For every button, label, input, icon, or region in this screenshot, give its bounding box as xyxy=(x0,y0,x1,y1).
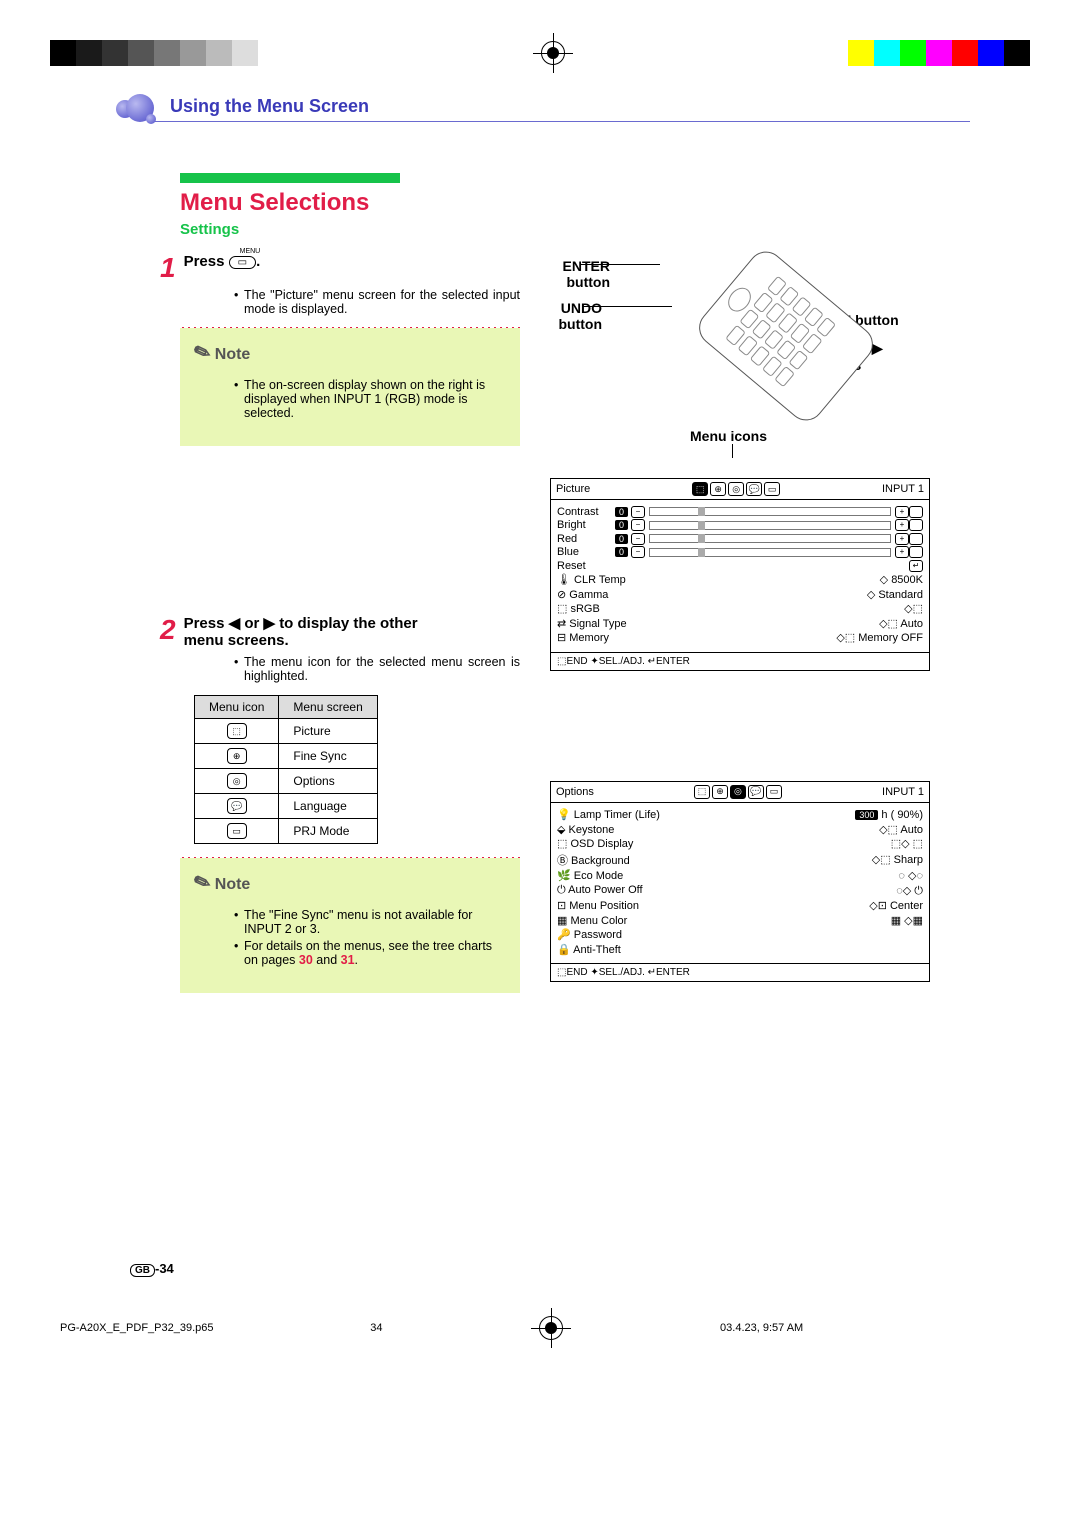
page-ref-30: 30 xyxy=(299,953,313,967)
note1-item: The on-screen display shown on the right… xyxy=(234,378,506,420)
step-number-1: 1 xyxy=(160,254,176,282)
step2-line1: Press ◀ or ▶ to display the other xyxy=(184,615,418,632)
table-row: ▭PRJ Mode xyxy=(195,819,378,844)
step-2-heading: 2 Press ◀ or ▶ to display the other menu… xyxy=(160,616,520,649)
table-row: ⊕Fine Sync xyxy=(195,744,378,769)
registration-mark-icon xyxy=(541,41,565,65)
gb-badge: GB xyxy=(130,1264,155,1277)
section-title: Menu Selections xyxy=(180,189,970,217)
osd-picture-title: Picture xyxy=(556,483,590,495)
chapter-rule xyxy=(150,121,970,123)
label-undo: UNDObutton xyxy=(522,300,602,332)
step2-item: The menu icon for the selected menu scre… xyxy=(234,655,520,683)
chapter-title: Using the Menu Screen xyxy=(110,96,970,117)
grayscale-strip xyxy=(50,40,284,66)
table-row: 💬Language xyxy=(195,794,378,819)
registration-mark-icon xyxy=(539,1316,563,1340)
label-enter: ENTERbutton xyxy=(510,258,610,290)
step1-body: The "Picture" menu screen for the select… xyxy=(194,288,520,316)
left-column: 1 Press MENU ▭ . The "Picture" menu scre… xyxy=(160,254,520,993)
footer-page: 34 xyxy=(370,1322,382,1334)
note2-item2: For details on the menus, see the tree c… xyxy=(234,939,506,967)
section-bar xyxy=(180,173,400,183)
table-header-screen: Menu screen xyxy=(279,696,377,719)
step2-body: The menu icon for the selected menu scre… xyxy=(194,655,520,683)
footer-file: PG-A20X_E_PDF_P32_39.p65 xyxy=(60,1322,214,1334)
remote-diagram: ENTERbutton UNDObutton MENU button ▲, ▼,… xyxy=(550,260,930,420)
note-box-1: ✎Note The on-screen display shown on the… xyxy=(180,328,520,446)
menu-button-icon: MENU ▭ xyxy=(229,256,256,269)
page-ref-31: 31 xyxy=(341,953,355,967)
step1-item: The "Picture" menu screen for the select… xyxy=(234,288,520,316)
print-footer: PG-A20X_E_PDF_P32_39.p65 34 03.4.23, 9:5… xyxy=(0,1276,1080,1390)
menu-button-label: MENU xyxy=(240,248,261,256)
osd-options-icons: ⬚⊕◎💬▭ xyxy=(694,785,782,799)
step-1-heading: 1 Press MENU ▭ . xyxy=(160,254,520,282)
table-header-icon: Menu icon xyxy=(195,696,279,719)
osd-picture-footer: ⬚END ✦SEL./ADJ. ↵ENTER xyxy=(551,652,929,670)
note-box-2: ✎Note The "Fine Sync" menu is not availa… xyxy=(180,858,520,993)
note-icon: ✎ xyxy=(190,338,214,367)
table-row: ◎Options xyxy=(195,769,378,794)
note1-title: ✎Note xyxy=(194,340,506,365)
right-column: ENTERbutton UNDObutton MENU button ▲, ▼,… xyxy=(550,254,930,993)
note2-title: ✎Note xyxy=(194,870,506,895)
osd-picture-input: INPUT 1 xyxy=(882,483,924,495)
page-frame: Using the Menu Screen Menu Selections Se… xyxy=(110,96,970,1276)
section-subtitle: Settings xyxy=(180,221,970,238)
color-strip xyxy=(822,40,1030,66)
page-number: GB-34 xyxy=(130,1261,174,1276)
footer-date: 03.4.23, 9:57 AM xyxy=(720,1322,803,1334)
note-icon: ✎ xyxy=(190,868,214,897)
note2-item1: The "Fine Sync" menu is not available fo… xyxy=(234,908,506,936)
menu-icon-table: Menu icon Menu screen ⬚Picture⊕Fine Sync… xyxy=(194,695,378,844)
osd-options-footer: ⬚END ✦SEL./ADJ. ↵ENTER xyxy=(551,963,929,981)
remote-control xyxy=(692,244,880,428)
step1-press: Press xyxy=(184,253,229,270)
osd-picture: Picture ⬚⊕◎💬▭ INPUT 1 Contrast0−+Bright0… xyxy=(550,478,930,671)
osd-options-input: INPUT 1 xyxy=(882,786,924,798)
osd-options-title: Options xyxy=(556,786,594,798)
step-number-2: 2 xyxy=(160,616,176,649)
step2-line2: menu screens. xyxy=(184,632,289,649)
registration-top xyxy=(0,0,1080,76)
osd-picture-icons: ⬚⊕◎💬▭ xyxy=(692,482,780,496)
table-row: ⬚Picture xyxy=(195,719,378,744)
osd-options: Options ⬚⊕◎💬▭ INPUT 1 💡 Lamp Timer (Life… xyxy=(550,781,930,983)
label-menu-icons: Menu icons xyxy=(690,428,930,444)
